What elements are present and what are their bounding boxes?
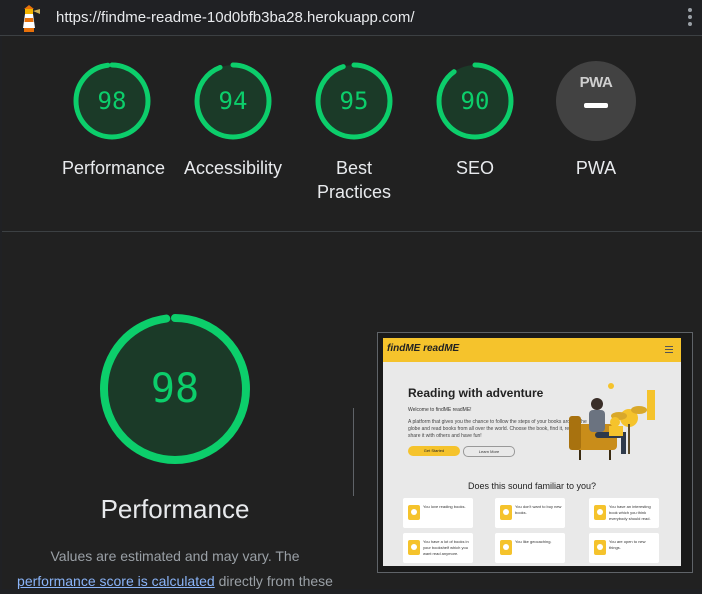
question-icon <box>594 540 606 555</box>
learn-more-button: Learn More <box>463 446 515 457</box>
dash-icon <box>584 103 608 108</box>
lighthouse-icon <box>18 4 40 37</box>
vertical-divider <box>353 408 354 496</box>
hero-welcome: Welcome to findME readME! <box>408 407 472 413</box>
gauge-label: Accessibility <box>183 158 283 178</box>
gauge-accessibility[interactable]: 94 Accessibility <box>183 61 283 180</box>
final-screenshot[interactable]: findME readME Reading with adventure Wel… <box>377 332 693 573</box>
hero-title: Reading with adventure <box>408 386 544 400</box>
gauge-best-practices[interactable]: 95 Best Practices <box>304 61 404 204</box>
gauge-pwa[interactable]: PWA PWA <box>546 61 646 180</box>
bookshelf-icon <box>408 540 420 555</box>
gauge-label: Performance <box>62 158 166 178</box>
reading-illustration-icon <box>569 383 655 460</box>
kebab-menu-icon[interactable] <box>688 8 694 29</box>
score-value: 90 <box>460 87 490 115</box>
performance-description: Values are estimated and may vary. The p… <box>17 548 333 589</box>
gauge-seo[interactable]: 90 SEO <box>425 61 525 180</box>
site-navbar: findME readME <box>383 338 681 362</box>
site-preview: findME readME Reading with adventure Wel… <box>383 338 681 566</box>
gauge-label: SEO <box>455 158 494 178</box>
feature-card: You don't want to buy new books. <box>495 498 565 528</box>
score-value: 98 <box>97 87 127 115</box>
book-icon <box>500 505 512 520</box>
feature-card: You like geocaching. <box>495 533 565 563</box>
section-title: Does this sound familiar to you? <box>467 481 597 491</box>
gauge-label: Best Practices <box>316 158 392 202</box>
hamburger-icon <box>665 346 673 355</box>
get-started-button: Get Started <box>408 446 460 456</box>
score-value: 95 <box>339 87 369 115</box>
hero-body: A platform that gives you the chance to … <box>408 419 587 439</box>
pwa-badge-icon: PWA <box>556 61 636 141</box>
lighthouse-report: 98 Performance 94 Accessibility 95 Best … <box>2 36 702 589</box>
feature-card: You love reading books. <box>403 498 473 528</box>
performance-score-link[interactable]: performance score is calculated <box>17 573 215 589</box>
section-divider <box>2 231 702 232</box>
feature-card: You have a lot of books in your bookshel… <box>403 533 473 563</box>
site-brand: findME readME <box>387 343 460 354</box>
heart-icon <box>408 505 420 520</box>
performance-title: Performance <box>100 494 250 524</box>
browser-topbar: https://findme-readme-10d0bfb3ba28.herok… <box>0 0 702 36</box>
lightbulb-icon <box>594 505 606 520</box>
map-pin-icon <box>500 540 512 555</box>
feature-card: You have an interesting book which you t… <box>589 498 659 528</box>
page-url: https://findme-readme-10d0bfb3ba28.herok… <box>56 9 415 26</box>
performance-score-value: 98 <box>150 366 200 412</box>
gauge-performance[interactable]: 98 Performance <box>62 61 166 180</box>
gauge-label: PWA <box>575 158 617 178</box>
score-value: 94 <box>218 87 248 115</box>
feature-card: You are open to new things. <box>589 533 659 563</box>
